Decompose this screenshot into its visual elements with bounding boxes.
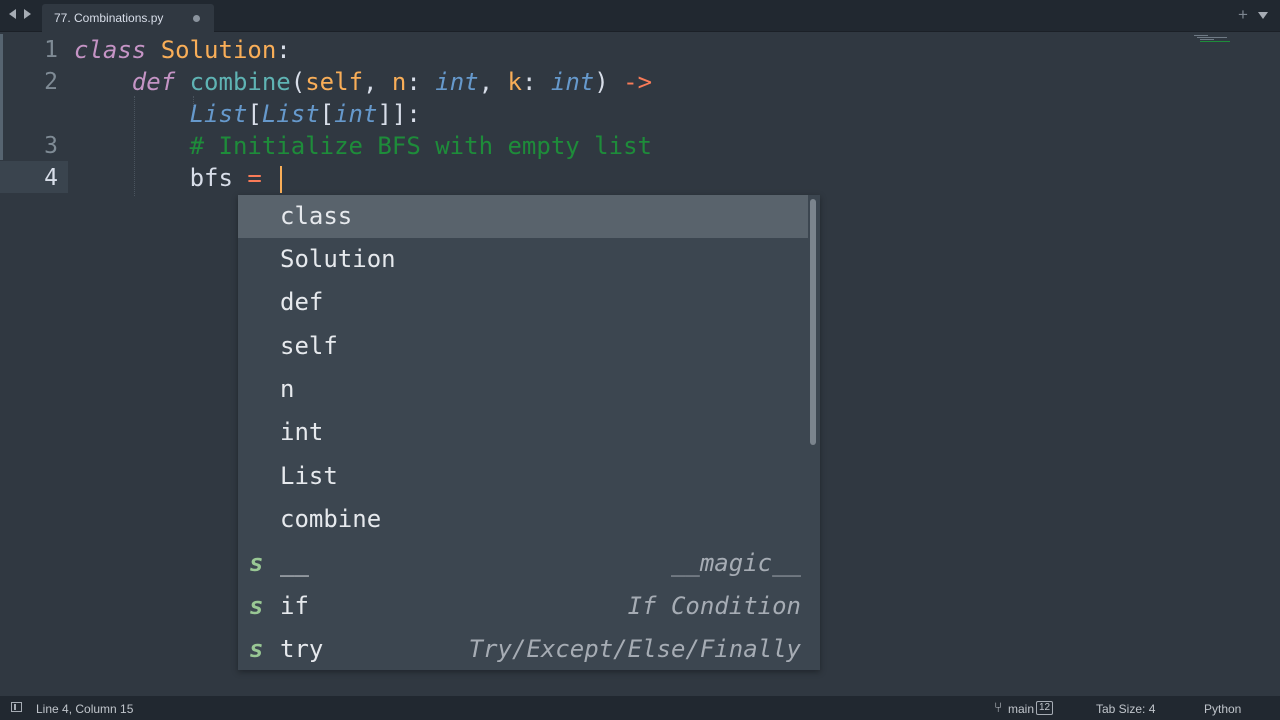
git-count-badge: 12 — [1036, 701, 1054, 715]
punctuation: : — [406, 68, 436, 96]
punctuation: : — [276, 36, 291, 64]
punctuation: ( — [290, 68, 306, 96]
autocomplete-label: self — [280, 332, 338, 360]
self-param: self — [305, 68, 364, 96]
code-line-2: def combine(self, n: int, k: int) -> — [74, 68, 652, 96]
autocomplete-label: def — [280, 288, 324, 316]
tab-menu-chevron-icon[interactable] — [1258, 12, 1268, 19]
autocomplete-label: Solution — [280, 245, 396, 273]
new-tab-button[interactable]: + — [1238, 5, 1248, 25]
punctuation: , — [363, 68, 392, 96]
minimap[interactable] — [1194, 35, 1234, 45]
autocomplete-hint: __magic__ — [670, 549, 801, 577]
autocomplete-label: int — [280, 418, 324, 446]
autocomplete-item[interactable]: combine — [238, 498, 808, 541]
status-bar: Line 4, Column 15 ⑂ main 12 Tab Size: 4 … — [0, 696, 1280, 720]
variable: bfs — [189, 164, 233, 192]
autocomplete-item[interactable]: int — [238, 411, 808, 454]
autocomplete-item[interactable]: class — [238, 195, 808, 238]
file-tab[interactable]: 77. Combinations.py — [42, 4, 214, 32]
back-arrow-icon[interactable] — [9, 9, 16, 19]
text-caret — [280, 166, 282, 193]
minimap-line — [1200, 41, 1230, 42]
autocomplete-hint: If Condition — [627, 592, 801, 620]
line-number: 3 — [44, 133, 58, 159]
forward-arrow-icon[interactable] — [24, 9, 31, 19]
code-line-3: # Initialize BFS with empty list — [74, 132, 652, 160]
autocomplete-hint: Try/Except/Else/Finally — [468, 635, 801, 663]
punctuation: [ — [247, 100, 262, 128]
snippet-kind-icon: s — [249, 635, 264, 663]
param: n — [391, 68, 407, 96]
type: int — [550, 68, 595, 96]
punctuation: , — [478, 68, 508, 96]
type: List — [261, 100, 320, 128]
autocomplete-label: n — [280, 375, 295, 403]
line-number: 1 — [44, 37, 58, 63]
comment: # Initialize BFS with empty list — [189, 132, 652, 160]
autocomplete-popup[interactable]: class Solution def self n int List combi… — [238, 195, 820, 670]
git-branch[interactable]: main — [1008, 702, 1034, 716]
operator: = — [247, 164, 262, 192]
minimap-line — [1200, 39, 1214, 40]
punctuation: [ — [319, 100, 335, 128]
minimap-line — [1194, 35, 1208, 36]
operator: -> — [623, 68, 653, 96]
autocomplete-item[interactable]: def — [238, 281, 808, 324]
tab-filename: 77. Combinations.py — [54, 11, 164, 25]
type: int — [334, 100, 378, 128]
autocomplete-item[interactable]: s if If Condition — [238, 585, 808, 628]
class-name: Solution — [160, 36, 277, 64]
git-branch-icon: ⑂ — [994, 699, 1003, 715]
tab-size[interactable]: Tab Size: 4 — [1096, 702, 1155, 716]
autocomplete-label: __ — [280, 549, 309, 577]
line-number: 4 — [44, 165, 58, 191]
autocomplete-item[interactable]: n — [238, 368, 808, 411]
punctuation: : — [406, 100, 421, 128]
code-line-2-wrapped: List[List[int]]: — [74, 100, 421, 128]
unsaved-dot-icon[interactable] — [193, 15, 200, 22]
autocomplete-label: try — [280, 635, 324, 663]
syntax-selector[interactable]: Python — [1204, 702, 1241, 716]
autocomplete-label: List — [280, 462, 338, 490]
autocomplete-item[interactable]: s __ __magic__ — [238, 542, 808, 585]
autocomplete-scrollbar[interactable] — [810, 199, 816, 445]
snippet-kind-icon: s — [249, 592, 264, 620]
minimap-line — [1197, 37, 1227, 38]
snippet-kind-icon: s — [249, 549, 264, 577]
function-name: combine — [189, 68, 291, 96]
type: List — [189, 100, 248, 128]
autocomplete-item[interactable]: self — [238, 325, 808, 368]
param: k — [507, 68, 522, 96]
autocomplete-item[interactable]: s try Try/Except/Else/Finally — [238, 628, 808, 671]
keyword: def — [131, 68, 176, 96]
tab-bar: 77. Combinations.py + — [0, 0, 1280, 32]
autocomplete-label: combine — [280, 505, 382, 533]
code-line-1: class Solution: — [74, 36, 291, 64]
cursor-position[interactable]: Line 4, Column 15 — [36, 702, 133, 716]
autocomplete-label: if — [280, 592, 309, 620]
line-number: 2 — [44, 69, 58, 95]
type: int — [435, 68, 479, 96]
punctuation: ]] — [377, 100, 407, 128]
punctuation: ) — [594, 68, 609, 96]
autocomplete-item[interactable]: List — [238, 455, 808, 498]
panel-toggle-icon[interactable] — [11, 702, 22, 712]
keyword: class — [74, 36, 147, 64]
punctuation: : — [522, 68, 551, 96]
code-line-4: bfs = — [74, 164, 262, 192]
autocomplete-item[interactable]: Solution — [238, 238, 808, 281]
autocomplete-label: class — [280, 202, 353, 230]
